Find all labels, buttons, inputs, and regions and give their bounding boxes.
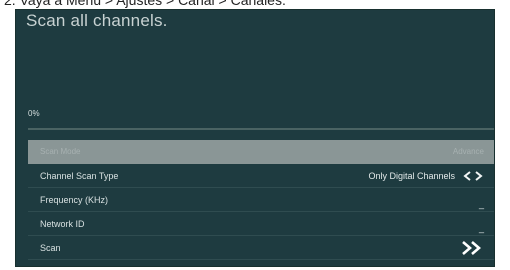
left-right-arrows-icon[interactable]: [462, 170, 484, 181]
menu-row-label: Network ID: [40, 218, 85, 229]
chevron-right-icon: [475, 170, 483, 181]
double-chevron-right-icon[interactable]: [460, 240, 484, 256]
tv-screen: Scan all channels. 0% Scan Mode Advance …: [15, 9, 495, 267]
menu-row-scan-mode[interactable]: Scan Mode Advance: [28, 140, 494, 164]
menu-row-value: _: [478, 198, 484, 209]
menu-row-label: Channel Scan Type: [40, 170, 119, 181]
menu-row-value: Advance: [452, 147, 484, 156]
progress-bar: [28, 128, 494, 130]
menu-row-frequency[interactable]: Frequency (KHz) _: [28, 188, 494, 212]
scan-settings-menu: Scan Mode Advance Channel Scan Type Only…: [28, 140, 494, 260]
menu-row-value: _: [478, 222, 484, 233]
menu-row-label: Scan Mode: [40, 147, 81, 156]
chevron-left-icon: [463, 170, 471, 181]
progress-percentage: 0%: [28, 109, 40, 118]
menu-row-value-wrap: Only Digital Channels: [368, 171, 484, 181]
page-title: Scan all channels.: [26, 11, 168, 30]
menu-row-value: Only Digital Channels: [368, 170, 455, 181]
menu-row-network-id[interactable]: Network ID _: [28, 212, 494, 236]
instruction-caption: 2. Vaya a Menú > Ajustes > Canal > Canal…: [4, 0, 286, 8]
menu-row-label: Scan: [40, 242, 61, 253]
menu-row-scan[interactable]: Scan: [28, 236, 494, 260]
menu-row-channel-scan-type[interactable]: Channel Scan Type Only Digital Channels: [28, 164, 494, 188]
menu-row-label: Frequency (KHz): [40, 194, 109, 205]
